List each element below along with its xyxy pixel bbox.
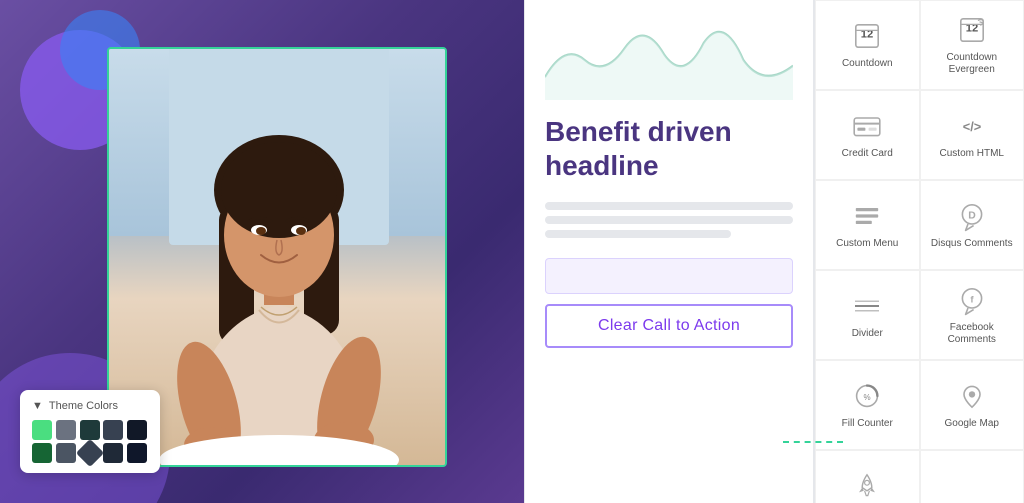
color-swatch[interactable]	[32, 420, 52, 440]
theme-colors-header[interactable]: ▼ Theme Colors	[32, 400, 148, 412]
cta-button[interactable]: Clear Call to Action	[545, 304, 793, 348]
sidebar-item-countdown[interactable]: 12 Countdown	[815, 0, 920, 90]
text-line	[545, 202, 793, 210]
canvas-area: ✛ ↺ ⊕ ⚙ ✕	[0, 0, 524, 503]
cta-area: Clear Call to Action	[545, 258, 793, 348]
sidebar-item-lead-generation[interactable]: Lead Generation	[815, 450, 920, 503]
cta-input[interactable]	[545, 258, 793, 294]
sidebar-item-facebook-label: Facebook Comments	[929, 322, 1016, 346]
theme-colors-label: Theme Colors	[49, 400, 118, 412]
sidebar-item-fill-counter[interactable]: % Fill Counter	[815, 360, 920, 450]
theme-colors-panel: ▼ Theme Colors	[20, 390, 160, 473]
color-swatch[interactable]	[32, 443, 52, 463]
sidebar-item-empty	[920, 450, 1024, 503]
sidebar-item-custom-menu[interactable]: Custom Menu	[815, 180, 920, 270]
sidebar-item-fill-counter-label: Fill Counter	[842, 418, 893, 430]
sidebar-item-custom-menu-label: Custom Menu	[836, 238, 898, 250]
color-swatch[interactable]	[127, 443, 147, 463]
sidebar-item-countdown-evergreen[interactable]: 12 Countdown Evergreen	[920, 0, 1024, 90]
connector-line	[783, 441, 843, 443]
svg-text:</>: </>	[962, 119, 981, 134]
chevron-down-icon: ▼	[32, 400, 43, 412]
countdown-evergreen-icon: 12	[956, 14, 988, 46]
sidebar-item-google-map[interactable]: Google Map	[920, 360, 1024, 450]
benefit-headline: Benefit drivenheadline	[545, 115, 793, 182]
color-swatch[interactable]	[127, 420, 147, 440]
cta-button-label: Clear Call to Action	[598, 317, 740, 335]
lead-generation-icon	[851, 470, 883, 502]
content-area: Benefit drivenheadline Clear Call to Act…	[524, 0, 814, 503]
countdown-icon: 12	[851, 20, 883, 52]
color-swatch[interactable]	[75, 439, 103, 467]
sidebar-item-countdown-label: Countdown	[842, 58, 893, 70]
wave-chart	[545, 20, 793, 100]
sidebar-item-divider[interactable]: Divider	[815, 270, 920, 360]
text-lines	[545, 202, 793, 238]
sidebar-grid: 12 Countdown 12 Countdown Evergreen	[815, 0, 1024, 503]
color-swatch[interactable]	[80, 420, 100, 440]
text-line	[545, 216, 793, 224]
color-swatches	[32, 420, 148, 463]
divider-icon	[851, 290, 883, 322]
color-swatch[interactable]	[56, 420, 76, 440]
sidebar-item-custom-html[interactable]: </> Custom HTML	[920, 90, 1024, 180]
sidebar-item-custom-html-label: Custom HTML	[940, 148, 1004, 160]
custom-menu-icon	[851, 200, 883, 232]
sidebar-item-disqus[interactable]: D Disqus Comments	[920, 180, 1024, 270]
svg-text:f: f	[970, 294, 974, 305]
disqus-icon: D	[956, 200, 988, 232]
sidebar-item-disqus-label: Disqus Comments	[931, 238, 1013, 250]
fill-counter-icon: %	[851, 380, 883, 412]
sidebar: 12 Countdown 12 Countdown Evergreen	[814, 0, 1024, 503]
svg-text:D: D	[968, 210, 976, 221]
color-swatch[interactable]	[56, 443, 76, 463]
color-swatch[interactable]	[103, 420, 123, 440]
credit-card-icon	[851, 110, 883, 142]
sidebar-item-credit-card-label: Credit Card	[842, 148, 893, 160]
google-map-icon	[956, 380, 988, 412]
sidebar-item-countdown-evergreen-label: Countdown Evergreen	[929, 52, 1016, 76]
text-line	[545, 230, 731, 238]
custom-html-icon: </>	[956, 110, 988, 142]
sidebar-item-facebook[interactable]: f Facebook Comments	[920, 270, 1024, 360]
svg-text:%: %	[864, 393, 871, 402]
sidebar-item-credit-card[interactable]: Credit Card	[815, 90, 920, 180]
color-swatch[interactable]	[103, 443, 123, 463]
sidebar-item-google-map-label: Google Map	[945, 418, 999, 430]
facebook-icon: f	[956, 284, 988, 316]
sidebar-item-divider-label: Divider	[852, 328, 883, 340]
